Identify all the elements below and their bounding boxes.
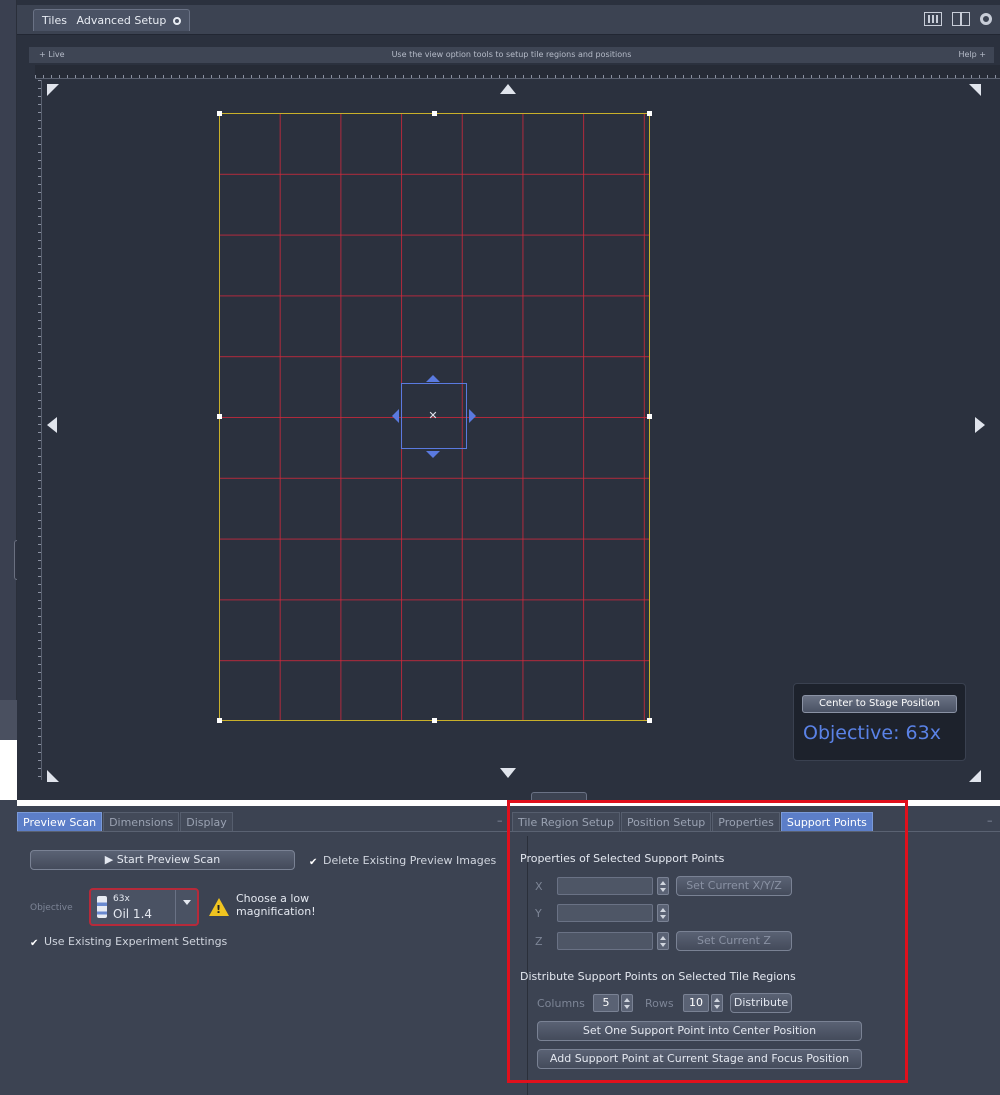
resize-handle-tl[interactable]: [217, 111, 222, 116]
crosshair-icon: ✕: [428, 409, 438, 422]
stage-canvas[interactable]: ✕ Center to Stage Position Objective: 63…: [17, 0, 1000, 800]
resize-handle-tr[interactable]: [647, 111, 652, 116]
objective-label: Objective: [30, 903, 73, 913]
pan-down-arrow-icon[interactable]: [500, 768, 516, 778]
tab-dimensions[interactable]: Dimensions: [103, 812, 180, 831]
resize-handle-b[interactable]: [432, 718, 437, 723]
pan-up-right-icon[interactable]: [969, 84, 981, 96]
stage-right-icon[interactable]: [469, 409, 476, 423]
checkmark-icon: ✔: [30, 938, 39, 949]
resize-handle-t[interactable]: [432, 111, 437, 116]
use-existing-label: Use Existing Experiment Settings: [44, 935, 228, 948]
resize-handle-l[interactable]: [217, 414, 222, 419]
objective-lens-icon: [97, 896, 107, 918]
pan-up-left-icon[interactable]: [47, 84, 59, 96]
resize-handle-br[interactable]: [647, 718, 652, 723]
pan-left-arrow-icon[interactable]: [47, 417, 57, 433]
center-to-stage-button[interactable]: Center to Stage Position: [802, 695, 957, 713]
pan-down-left-icon[interactable]: [47, 770, 59, 782]
minimize-left-icon[interactable]: –: [497, 814, 503, 827]
tab-display[interactable]: Display: [180, 812, 233, 831]
stage-up-icon[interactable]: [426, 375, 440, 382]
tile-viewer: Tiles Advanced Setup + Live Use the view…: [17, 0, 1000, 800]
use-existing-settings-checkbox[interactable]: ✔ Use Existing Experiment Settings: [30, 935, 227, 949]
left-side-panel-edge-lower: [0, 700, 17, 740]
left-tab-bar: Preview Scan Dimensions Display: [17, 812, 234, 832]
support-points-highlight: [507, 800, 908, 1083]
stage-left-icon[interactable]: [392, 409, 399, 423]
pan-down-right-icon[interactable]: [969, 770, 981, 782]
warning-text: Choose a low magnification!: [236, 892, 316, 918]
delete-preview-label: Delete Existing Preview Images: [323, 854, 497, 867]
tab-preview-scan[interactable]: Preview Scan: [17, 812, 103, 831]
objective-name: Oil 1.4: [113, 907, 153, 921]
chevron-down-icon[interactable]: [175, 890, 197, 924]
pan-right-arrow-icon[interactable]: [975, 417, 985, 433]
objective-select[interactable]: 63x Oil 1.4: [89, 888, 199, 926]
objective-magnification: 63x: [113, 894, 130, 904]
warning-exclamation-icon: !: [216, 903, 222, 916]
resize-handle-bl[interactable]: [217, 718, 222, 723]
minimize-right-icon[interactable]: –: [987, 814, 993, 827]
resize-handle-r[interactable]: [647, 414, 652, 419]
checkmark-icon: ✔: [309, 857, 318, 868]
objective-display: Objective: 63x: [803, 722, 941, 744]
pan-up-arrow-icon[interactable]: [500, 84, 516, 94]
left-side-panel-edge: [0, 0, 17, 740]
stage-down-icon[interactable]: [426, 451, 440, 458]
bottom-left-edge: [0, 800, 17, 1095]
delete-preview-images-checkbox[interactable]: ✔ Delete Existing Preview Images: [309, 854, 496, 868]
stage-overlay-panel: Center to Stage Position Objective: 63x: [793, 683, 966, 761]
start-preview-scan-button[interactable]: ▶ Start Preview Scan: [30, 850, 295, 870]
